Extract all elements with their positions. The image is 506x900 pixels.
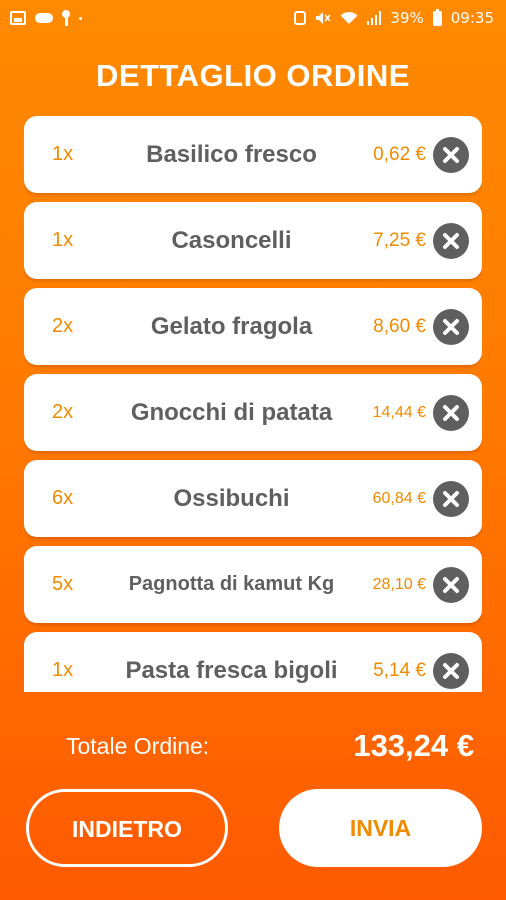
item-name: Gnocchi di patata [130,399,333,426]
image-icon [10,11,26,25]
close-icon [443,491,459,507]
item-quantity: 6x [52,487,74,509]
wifi-icon [340,11,358,25]
status-bar-left [10,10,82,26]
back-button[interactable]: INDIETRO [26,789,228,867]
item-name: Pagnotta di kamut Kg [128,573,335,595]
close-icon [443,405,459,421]
item-quantity: 2x [52,315,74,337]
item-price: 28,10 € [372,576,426,593]
remove-item-button[interactable] [433,395,469,431]
item-quantity: 1x [52,143,74,165]
remove-item-button[interactable] [433,309,469,345]
order-item: 2x Gnocchi di patata 14,44 € [24,374,482,451]
item-name: Pasta fresca bigoli [125,657,338,684]
close-icon [443,319,459,335]
alarm-icon [294,11,307,25]
item-name: Gelato fragola [150,313,313,340]
order-item: 6x Ossibuchi 60,84 € [24,460,482,537]
send-button[interactable]: INVIA [279,789,482,867]
item-price: 8,60 € [373,316,426,337]
battery-percent: 39% [390,9,424,27]
order-item: 1x Basilico fresco 0,62 € [24,116,482,193]
order-item: 2x Gelato fragola 8,60 € [24,288,482,365]
remove-item-button[interactable] [433,137,469,173]
mute-icon [315,11,332,25]
remove-item-button[interactable] [433,653,469,689]
close-icon [443,577,459,593]
battery-icon [432,8,442,26]
status-bar-right: 39% 09:35 [294,8,494,27]
close-icon [443,147,459,163]
item-quantity: 1x [52,659,74,681]
item-quantity: 1x [52,229,74,251]
item-name: Ossibuchi [173,485,290,512]
total-label: Totale Ordine: [66,733,210,759]
order-list[interactable]: 1x Basilico fresco 0,62 € 1x Casoncelli … [24,116,482,692]
item-quantity: 5x [52,573,74,595]
item-price: 14,44 € [372,404,426,421]
clock: 09:35 [450,9,494,27]
cloud-icon [35,13,53,23]
remove-item-button[interactable] [433,567,469,603]
order-item: 1x Pasta fresca bigoli 5,14 € [24,632,482,692]
total-value: 133,24 € [353,728,474,763]
item-name: Casoncelli [171,227,292,254]
page-title: DETTAGLIO ORDINE [96,58,410,93]
close-icon [443,233,459,249]
signal-icon [367,11,382,25]
remove-item-button[interactable] [433,223,469,259]
key-icon [62,10,70,26]
item-name: Basilico fresco [146,141,317,168]
item-price: 7,25 € [373,230,426,251]
item-price: 0,62 € [373,144,426,165]
item-price: 5,14 € [373,660,426,681]
status-bar: 39% 09:35 [0,0,506,36]
remove-item-button[interactable] [433,481,469,517]
order-item: 5x Pagnotta di kamut Kg 28,10 € [24,546,482,623]
dot-icon [79,16,82,20]
order-item: 1x Casoncelli 7,25 € [24,202,482,279]
item-price: 60,84 € [372,490,426,507]
item-quantity: 2x [52,401,74,423]
close-icon [443,663,459,679]
